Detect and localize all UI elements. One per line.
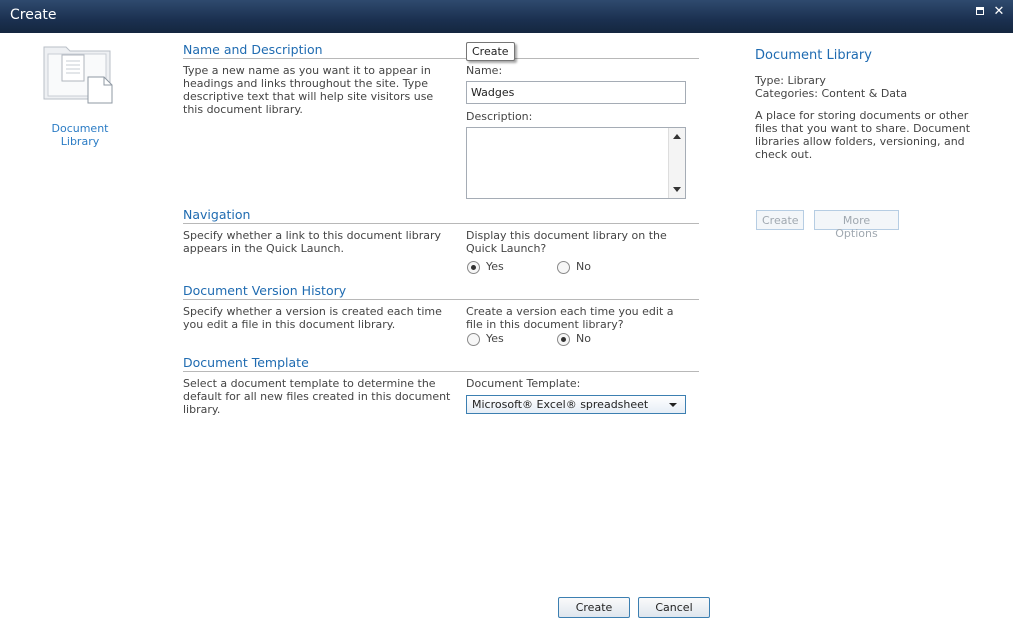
dialog-title: Create: [10, 7, 57, 23]
description-textarea[interactable]: [466, 127, 686, 199]
scroll-down-icon[interactable]: [673, 187, 681, 192]
quick-launch-no-label[interactable]: No: [576, 260, 591, 273]
document-template-label: Document Template:: [466, 377, 581, 390]
quick-launch-yes-label[interactable]: Yes: [486, 260, 504, 273]
dialog-titlebar: Create ✕: [0, 0, 1013, 33]
section-heading-navigation: Navigation: [183, 207, 699, 224]
cancel-button[interactable]: Cancel: [638, 597, 710, 618]
description-scrollbar[interactable]: [668, 128, 685, 198]
right-panel-description: A place for storing documents or other f…: [755, 109, 971, 161]
document-library-icon[interactable]: [42, 41, 118, 105]
create-button[interactable]: Create: [558, 597, 630, 618]
document-library-label[interactable]: Document Library: [40, 122, 120, 148]
description-label: Description:: [466, 110, 533, 123]
versioning-question: Create a version each time you edit a fi…: [466, 305, 674, 331]
dropdown-arrow-icon: [669, 403, 677, 407]
quick-launch-yes-radio[interactable]: [467, 261, 480, 274]
versioning-no-label[interactable]: No: [576, 332, 591, 345]
more-options-button[interactable]: More Options: [814, 210, 899, 240]
create-tooltip: Create: [466, 42, 515, 61]
right-panel-type: Type: Library: [755, 74, 826, 87]
right-panel-title: Document Library: [755, 48, 872, 63]
name-section-description: Type a new name as you want it to appear…: [183, 64, 434, 116]
versioning-yes-radio[interactable]: [467, 333, 480, 346]
name-input[interactable]: Wadges: [466, 81, 686, 104]
scroll-up-icon[interactable]: [673, 134, 681, 139]
name-label: Name:: [466, 64, 503, 77]
section-heading-version-history: Document Version History: [183, 283, 699, 300]
document-template-value: Microsoft® Excel® spreadsheet: [472, 398, 649, 411]
navigation-description: Specify whether a link to this document …: [183, 229, 442, 255]
versioning-no-radio[interactable]: [557, 333, 570, 346]
right-panel-categories: Categories: Content & Data: [755, 87, 908, 100]
close-icon[interactable]: ✕: [993, 5, 1005, 18]
maximize-icon[interactable]: [975, 6, 987, 18]
quick-launch-question: Display this document library on the Qui…: [466, 229, 667, 255]
section-heading-document-template: Document Template: [183, 355, 699, 372]
version-history-description: Specify whether a version is created eac…: [183, 305, 442, 331]
section-heading-name-description: Name and Description: [183, 42, 699, 59]
document-template-select[interactable]: Microsoft® Excel® spreadsheet: [466, 395, 686, 414]
document-template-description: Select a document template to determine …: [183, 377, 451, 416]
right-create-button[interactable]: Create: [756, 210, 804, 230]
versioning-yes-label[interactable]: Yes: [486, 332, 504, 345]
quick-launch-no-radio[interactable]: [557, 261, 570, 274]
